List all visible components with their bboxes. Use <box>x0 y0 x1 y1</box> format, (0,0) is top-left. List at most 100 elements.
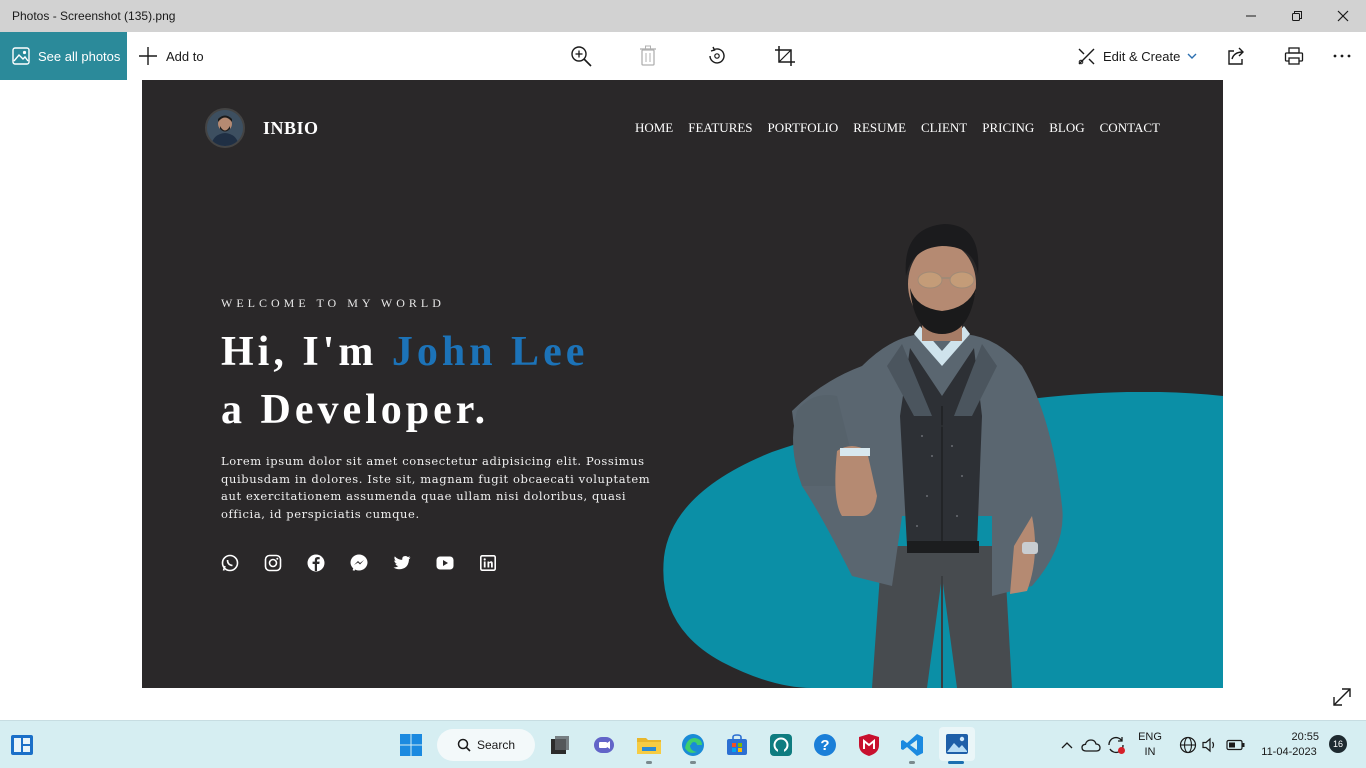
sync-icon <box>1108 737 1125 754</box>
youtube-icon[interactable] <box>436 554 454 572</box>
battery-button[interactable] <box>1224 731 1248 759</box>
start-button[interactable] <box>397 731 425 759</box>
edge-icon <box>682 734 704 756</box>
crop-button[interactable] <box>773 44 797 68</box>
store-button[interactable] <box>723 731 751 759</box>
teams-chat-button[interactable] <box>590 731 618 759</box>
edge-browser-button[interactable] <box>679 731 707 759</box>
explorer-running-indicator <box>646 761 652 764</box>
battery-icon <box>1226 739 1245 751</box>
developer-photo <box>792 224 1063 688</box>
speaker-icon <box>1202 737 1215 753</box>
onedrive-button[interactable] <box>1080 731 1102 759</box>
vscode-running-indicator <box>909 761 915 764</box>
task-view-icon <box>551 736 569 754</box>
share-button[interactable] <box>1224 44 1248 68</box>
photos-active-indicator <box>948 761 964 764</box>
minimize-icon <box>1246 15 1256 17</box>
window-title: Photos - Screenshot (135).png <box>12 9 176 23</box>
nav-client[interactable]: CLIENT <box>921 120 967 136</box>
widgets-button[interactable] <box>10 734 34 761</box>
nav-pricing[interactable]: PRICING <box>982 120 1034 136</box>
nav-contact[interactable]: CONTACT <box>1100 120 1160 136</box>
whatsapp-icon[interactable] <box>221 554 239 572</box>
nav-features[interactable]: FEATURES <box>688 120 752 136</box>
hero-name: John Lee <box>391 329 589 375</box>
network-button[interactable] <box>1178 731 1198 759</box>
site-nav: HOME FEATURES PORTFOLIO RESUME CLIENT PR… <box>635 120 1160 136</box>
help-button[interactable]: ? <box>811 731 839 759</box>
hero-heading-line2: a Developer. <box>221 387 490 433</box>
zoom-in-icon <box>571 46 592 67</box>
expand-icon <box>1333 688 1351 706</box>
zoom-button[interactable] <box>569 44 593 68</box>
show-hidden-icons-button[interactable] <box>1058 731 1076 759</box>
more-icon <box>1333 54 1351 58</box>
instagram-icon[interactable] <box>264 554 282 572</box>
cloud-icon <box>1081 739 1101 752</box>
facebook-icon[interactable] <box>307 554 325 572</box>
add-to-label: Add to <box>166 48 204 64</box>
edit-create-button[interactable]: Edit & Create <box>1077 32 1197 80</box>
add-to-button[interactable]: Add to <box>138 32 204 80</box>
chevron-up-icon <box>1061 742 1073 749</box>
language-indicator[interactable]: ENG IN <box>1136 730 1164 760</box>
windows-logo-icon <box>400 734 422 756</box>
social-links <box>221 554 497 572</box>
vscode-icon <box>901 734 923 756</box>
displayed-photo: INBIO HOME FEATURES PORTFOLIO RESUME CLI… <box>142 80 1223 688</box>
taskbar-search[interactable]: Search <box>437 729 535 761</box>
restore-button[interactable] <box>1274 0 1320 32</box>
edit-create-label: Edit & Create <box>1103 48 1181 64</box>
clock-time: 20:55 <box>1291 731 1319 743</box>
close-button[interactable] <box>1320 0 1366 32</box>
plus-icon <box>139 47 157 65</box>
linkedin-icon[interactable] <box>479 554 497 572</box>
crop-icon <box>775 46 795 66</box>
taskbar: Search ? ENG IN 20:55 11-04-2023 <box>0 720 1366 768</box>
notification-badge[interactable]: 16 <box>1329 735 1347 753</box>
nav-home[interactable]: HOME <box>635 120 673 136</box>
nav-blog[interactable]: BLOG <box>1049 120 1084 136</box>
photos-app-button[interactable] <box>939 727 975 761</box>
edit-create-icon <box>1078 48 1095 64</box>
more-options-button[interactable] <box>1330 44 1354 68</box>
photos-toolbar: See all photos Add to Edit & Create <box>0 32 1366 80</box>
print-button[interactable] <box>1282 44 1306 68</box>
clock[interactable]: 20:55 11-04-2023 <box>1256 730 1322 760</box>
hero-heading-line1: Hi, I'm John Lee <box>221 328 588 376</box>
file-explorer-button[interactable] <box>635 731 663 759</box>
clock-date: 11-04-2023 <box>1261 746 1317 758</box>
task-view-button[interactable] <box>546 731 574 759</box>
rotate-icon <box>709 46 725 64</box>
messenger-icon[interactable] <box>350 554 368 572</box>
site-brand[interactable]: INBIO <box>205 108 319 148</box>
see-all-photos-button[interactable]: See all photos <box>0 32 127 80</box>
svg-text:?: ? <box>820 737 829 754</box>
help-icon: ? <box>814 734 836 756</box>
app-teal-icon <box>770 734 792 756</box>
minimize-button[interactable] <box>1228 0 1274 32</box>
see-all-photos-label: See all photos <box>38 48 121 64</box>
delete-button[interactable] <box>636 44 660 68</box>
store-icon <box>727 734 747 755</box>
photos-icon <box>12 47 30 65</box>
nav-resume[interactable]: RESUME <box>853 120 906 136</box>
vscode-button[interactable] <box>898 731 926 759</box>
avatar-portrait-icon <box>207 110 243 146</box>
sync-status-button[interactable] <box>1104 731 1128 759</box>
nav-portfolio[interactable]: PORTFOLIO <box>768 120 839 136</box>
fullscreen-button[interactable] <box>1331 686 1353 708</box>
hero-prefix: Hi, I'm <box>221 329 392 375</box>
twitter-icon[interactable] <box>393 554 411 572</box>
mcafee-button[interactable] <box>855 731 883 759</box>
brand-name: INBIO <box>263 117 319 138</box>
region-code: IN <box>1144 746 1156 758</box>
search-icon <box>457 738 471 752</box>
app-button-teal[interactable] <box>767 731 795 759</box>
close-icon <box>1337 10 1349 22</box>
rotate-button[interactable] <box>705 44 729 68</box>
widgets-icon <box>11 735 33 755</box>
volume-button[interactable] <box>1200 731 1220 759</box>
printer-icon <box>1284 47 1304 65</box>
